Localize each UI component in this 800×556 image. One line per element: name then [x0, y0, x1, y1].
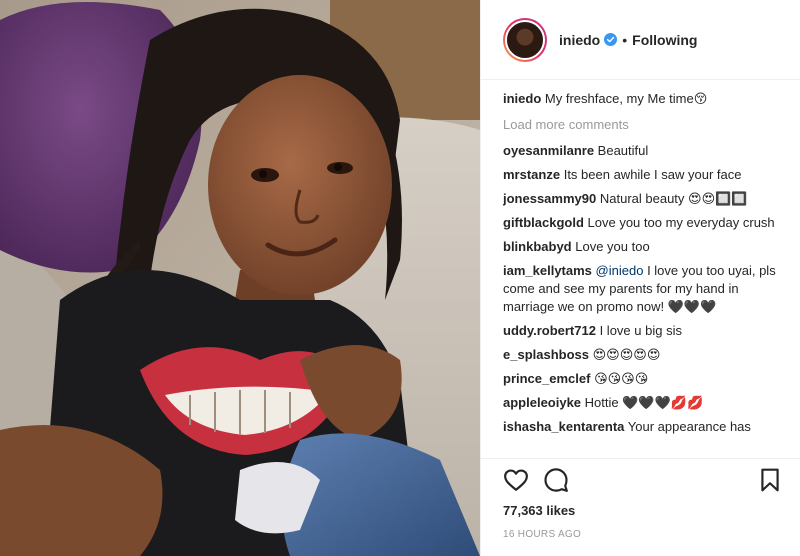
- likes-count[interactable]: 77,363 likes: [503, 503, 575, 518]
- comment-username[interactable]: uddy.robert712: [503, 323, 596, 338]
- comment-item: mrstanze Its been awhile I saw your face: [503, 166, 789, 184]
- comment-item: appleleoiyke Hottie 🖤🖤🖤💋💋: [503, 394, 789, 412]
- load-more-comments-button[interactable]: Load more comments: [503, 116, 789, 134]
- comment-text: Your appearance has: [627, 419, 751, 434]
- header-separator: •: [622, 31, 628, 48]
- comment-item: ishasha_kentarenta Your appearance has: [503, 418, 789, 436]
- comment-username[interactable]: mrstanze: [503, 167, 560, 182]
- comment-text: 😘😘😘😘: [594, 371, 649, 386]
- selfie-image: [0, 0, 480, 556]
- post-caption: iniedo My freshface, my Me time😚: [503, 90, 789, 108]
- action-buttons: [503, 467, 785, 497]
- caption-text: My freshface, my Me time😚: [544, 91, 708, 106]
- comment-text: Love you too: [575, 239, 650, 254]
- caption-username[interactable]: iniedo: [503, 91, 541, 106]
- comment-username[interactable]: oyesanmilanre: [503, 143, 594, 158]
- comment-item: prince_emclef 😘😘😘😘: [503, 370, 789, 388]
- post-timestamp[interactable]: 16 HOURS AGO: [503, 529, 581, 540]
- comment-mention-link[interactable]: @iniedo: [596, 263, 644, 278]
- bookmark-icon[interactable]: [757, 467, 783, 493]
- comment-item: oyesanmilanre Beautiful: [503, 142, 789, 160]
- verified-badge-icon: [604, 33, 618, 46]
- post-side-panel: iniedo • Following iniedo My freshface, …: [480, 0, 800, 556]
- post-photo[interactable]: [0, 0, 480, 556]
- avatar-image: [505, 19, 545, 60]
- post-header: iniedo • Following: [481, 0, 800, 80]
- post-actions: 77,363 likes 16 HOURS AGO: [481, 458, 800, 556]
- comment-item: e_splashboss 😍😍😍😍😍: [503, 346, 789, 364]
- comment-text: Its been awhile I saw your face: [563, 167, 742, 182]
- comment-username[interactable]: e_splashboss: [503, 347, 589, 362]
- comment-username[interactable]: iam_kellytams: [503, 263, 592, 278]
- header-username[interactable]: iniedo: [559, 32, 600, 48]
- comment-text: Natural beauty 😍😍🔲🔲: [599, 191, 748, 206]
- instagram-post: iniedo • Following iniedo My freshface, …: [0, 0, 800, 556]
- comment-item: jonessammy90 Natural beauty 😍😍🔲🔲: [503, 190, 789, 208]
- comment-item: iam_kellytams @iniedo I love you too uya…: [503, 262, 789, 316]
- comment-username[interactable]: jonessammy90: [503, 191, 596, 206]
- comment-username[interactable]: ishasha_kentarenta: [503, 419, 624, 434]
- comment-item: uddy.robert712 I love u big sis: [503, 322, 789, 340]
- comment-text: Hottie 🖤🖤🖤💋💋: [584, 395, 704, 410]
- comment-icon[interactable]: [543, 467, 569, 493]
- comment-text: Love you too my everyday crush: [587, 215, 775, 230]
- comments-list[interactable]: iniedo My freshface, my Me time😚 Load mo…: [503, 90, 789, 458]
- comment-username[interactable]: prince_emclef: [503, 371, 590, 386]
- comment-text: I love u big sis: [599, 323, 682, 338]
- comment-username[interactable]: appleleoiyke: [503, 395, 581, 410]
- heart-icon[interactable]: [503, 467, 529, 493]
- comment-item: giftblackgold Love you too my everyday c…: [503, 214, 789, 232]
- avatar[interactable]: [503, 17, 547, 62]
- comment-text: Beautiful: [597, 143, 649, 158]
- comment-username[interactable]: giftblackgold: [503, 215, 584, 230]
- comment-username[interactable]: blinkbabyd: [503, 239, 572, 254]
- comment-item: blinkbabyd Love you too: [503, 238, 789, 256]
- comment-text: 😍😍😍😍😍: [592, 347, 661, 362]
- following-button[interactable]: Following: [632, 32, 697, 48]
